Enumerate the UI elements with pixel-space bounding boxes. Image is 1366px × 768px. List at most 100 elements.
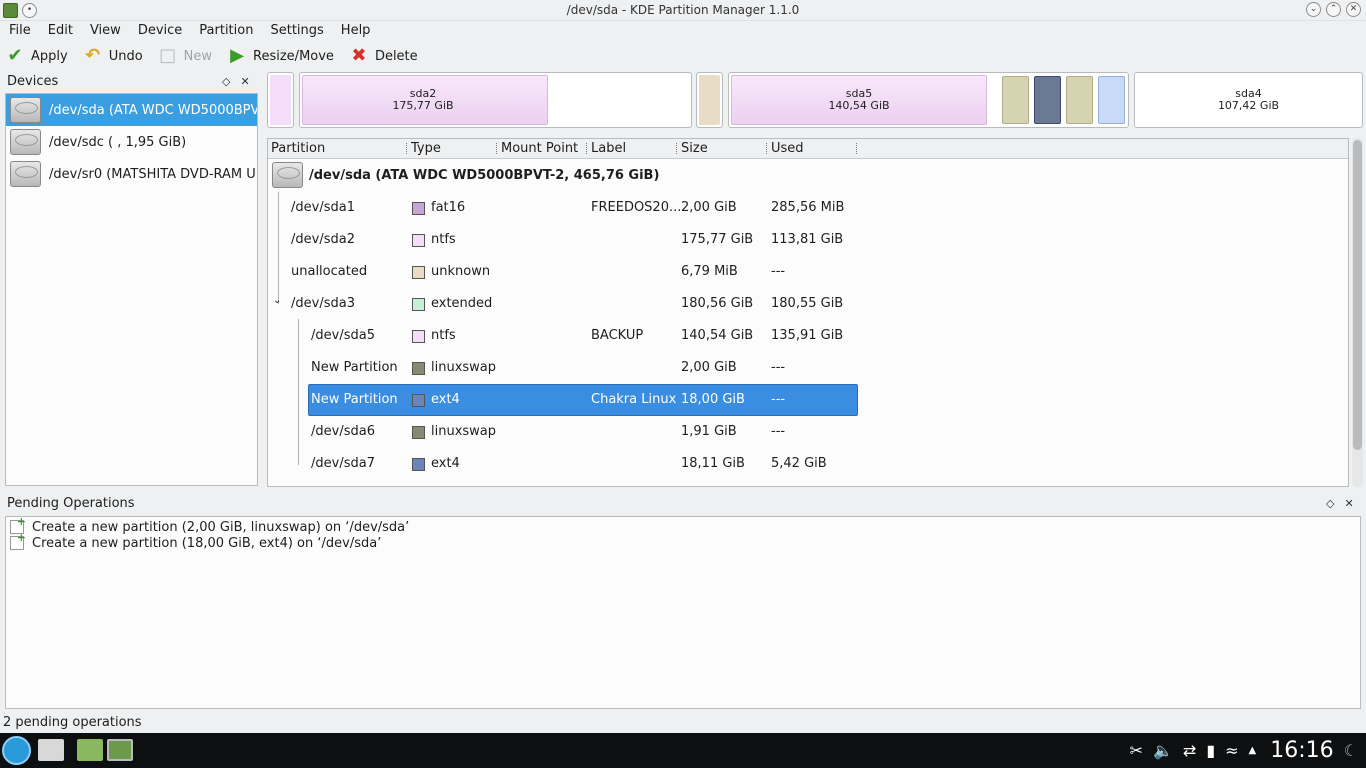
- hard-disk-icon: [10, 97, 41, 123]
- segment-sda6[interactable]: [1066, 76, 1093, 124]
- table-row[interactable]: unallocated unknown 6,79 MiB ---: [268, 256, 1348, 288]
- battery-icon[interactable]: ▮: [1206, 741, 1215, 760]
- close-button[interactable]: ✕: [1346, 2, 1361, 17]
- delete-button[interactable]: ✖ Delete: [344, 43, 428, 69]
- segment-unallocated[interactable]: [696, 72, 723, 128]
- table-row[interactable]: New Partition linuxswap 2,00 GiB ---: [268, 352, 1348, 384]
- table-row-device[interactable]: /dev/sda (ATA WDC WD5000BPVT-2, 465,76 G…: [268, 160, 1348, 192]
- menu-edit[interactable]: Edit: [39, 21, 81, 42]
- new-partition-icon: □: [159, 45, 177, 66]
- segment-sda7[interactable]: [1098, 76, 1125, 124]
- column-type[interactable]: Type: [411, 141, 441, 156]
- operation-text: Create a new partition (2,00 GiB, linuxs…: [32, 519, 410, 535]
- device-label: /dev/sda (ATA WDC WD5000BPV...: [49, 102, 257, 118]
- partition-size: 1,91 GiB: [681, 424, 737, 439]
- segment-sda5[interactable]: sda5 140,54 GiB: [731, 75, 998, 125]
- partition-label: Chakra Linux: [591, 392, 677, 407]
- fs-color-swatch: [412, 330, 425, 343]
- pending-title: Pending Operations: [7, 496, 135, 511]
- tray-expand-icon[interactable]: ▲: [1249, 745, 1257, 756]
- column-mount-point[interactable]: Mount Point: [501, 141, 578, 156]
- segment-new-ext4[interactable]: [1034, 76, 1061, 124]
- title-bar: • /dev/sda - KDE Partition Manager 1.1.0…: [0, 0, 1366, 21]
- status-text: 2 pending operations: [3, 715, 142, 730]
- menu-file[interactable]: File: [0, 21, 39, 42]
- scrollbar-thumb[interactable]: [1353, 140, 1362, 450]
- table-row-selected[interactable]: New Partition ext4 Chakra Linux 18,00 Gi…: [268, 384, 1348, 416]
- menu-device[interactable]: Device: [129, 21, 190, 42]
- resize-move-button[interactable]: ▶ Resize/Move: [222, 43, 344, 69]
- apply-button[interactable]: ✔ Apply: [0, 43, 78, 69]
- new-button[interactable]: □ New: [153, 43, 222, 69]
- minimize-button[interactable]: ⌄: [1306, 2, 1321, 17]
- segment-sda4[interactable]: sda4 107,42 GiB: [1134, 72, 1363, 128]
- menu-view[interactable]: View: [81, 21, 129, 42]
- partition-used: 285,56 MiB: [771, 200, 845, 215]
- table-row[interactable]: /dev/sda1 fat16 FREEDOS20... 2,00 GiB 28…: [268, 192, 1348, 224]
- partition-name: /dev/sda1: [291, 200, 355, 215]
- scissors-icon[interactable]: ✂: [1130, 741, 1143, 760]
- float-icon[interactable]: ◇: [222, 75, 230, 88]
- table-row[interactable]: /dev/sda7 ext4 18,11 GiB 5,42 GiB: [268, 448, 1348, 480]
- list-item[interactable]: Create a new partition (18,00 GiB, ext4)…: [6, 531, 1360, 551]
- hard-disk-icon: [10, 161, 41, 187]
- partition-name: New Partition: [311, 360, 398, 375]
- column-used[interactable]: Used: [771, 141, 804, 156]
- volume-icon[interactable]: 🔈: [1153, 741, 1173, 760]
- partition-name: /dev/sda6: [311, 424, 375, 439]
- partition-type: ext4: [431, 392, 460, 407]
- table-row[interactable]: ⌄ /dev/sda3 extended 180,56 GiB 180,55 G…: [268, 288, 1348, 320]
- partition-size: 175,77 GiB: [681, 232, 754, 247]
- system-tray: ✂ 🔈 ⇄ ▮ ≈ ▲ 16:16 ☾: [1130, 733, 1366, 768]
- partition-size: 180,56 GiB: [681, 296, 754, 311]
- usb-icon[interactable]: ⇄: [1183, 741, 1196, 760]
- segment-sda3[interactable]: sda5 140,54 GiB: [728, 72, 1129, 128]
- segment-sda1[interactable]: [267, 72, 294, 128]
- menu-partition[interactable]: Partition: [190, 21, 261, 42]
- maximize-button[interactable]: ⌃: [1326, 2, 1341, 17]
- partition-size: 2,00 GiB: [681, 360, 737, 375]
- fs-color-swatch: [412, 426, 425, 439]
- chevron-down-icon[interactable]: ⌄: [273, 295, 281, 306]
- device-item-sdc[interactable]: /dev/sdc ( , 1,95 GiB): [6, 126, 257, 158]
- apply-label: Apply: [31, 48, 68, 64]
- table-row[interactable]: /dev/sda6 linuxswap 1,91 GiB ---: [268, 416, 1348, 448]
- tree-scrollbar[interactable]: [1352, 138, 1363, 487]
- partition-name: /dev/sda7: [311, 456, 375, 471]
- partition-manager-task-icon[interactable]: [107, 739, 133, 761]
- toolbar: ✔ Apply ↶ Undo □ New ▶ Resize/Move ✖ Del…: [0, 43, 1366, 69]
- partition-type: linuxswap: [431, 360, 497, 375]
- table-row[interactable]: /dev/sda2 ntfs 175,77 GiB 113,81 GiB: [268, 224, 1348, 256]
- column-size[interactable]: Size: [681, 141, 708, 156]
- partition-type: linuxswap: [431, 424, 497, 439]
- clock[interactable]: 16:16: [1270, 738, 1333, 763]
- table-row[interactable]: /dev/sda5 ntfs BACKUP 140,54 GiB 135,91 …: [268, 320, 1348, 352]
- package-manager-icon[interactable]: [77, 739, 103, 761]
- launcher-icon[interactable]: [2, 736, 31, 765]
- partition-name: unallocated: [291, 264, 368, 279]
- float-icon[interactable]: ◇: [1326, 497, 1334, 510]
- column-label[interactable]: Label: [591, 141, 626, 156]
- device-item-sda[interactable]: /dev/sda (ATA WDC WD5000BPV...: [6, 94, 257, 126]
- hard-disk-icon: [272, 162, 303, 188]
- moon-icon[interactable]: ☾: [1344, 741, 1358, 760]
- column-partition[interactable]: Partition: [271, 141, 325, 156]
- devices-title: Devices: [7, 74, 59, 89]
- segment-new-swap[interactable]: [1002, 76, 1029, 124]
- undo-button[interactable]: ↶ Undo: [78, 43, 153, 69]
- resize-label: Resize/Move: [253, 48, 334, 64]
- partition-bar: sda2 175,77 GiB sda5 140,54 GiB sda4 107…: [267, 72, 1363, 128]
- device-item-sr0[interactable]: /dev/sr0 (MATSHITA DVD-RAM U...: [6, 158, 257, 190]
- menu-help[interactable]: Help: [332, 21, 379, 42]
- undo-icon: ↶: [85, 45, 101, 66]
- window-list-icon[interactable]: [38, 739, 64, 761]
- close-icon[interactable]: ✕: [240, 75, 249, 88]
- list-item[interactable]: Create a new partition (2,00 GiB, linuxs…: [6, 515, 1360, 535]
- close-icon[interactable]: ✕: [1344, 497, 1353, 510]
- menu-settings[interactable]: Settings: [261, 21, 331, 42]
- wifi-icon[interactable]: ≈: [1225, 741, 1238, 760]
- segment-sda2[interactable]: sda2 175,77 GiB: [299, 72, 692, 128]
- partition-used: ---: [771, 360, 786, 375]
- checkmark-icon: ✔: [7, 45, 23, 66]
- partition-used: 180,55 GiB: [771, 296, 844, 311]
